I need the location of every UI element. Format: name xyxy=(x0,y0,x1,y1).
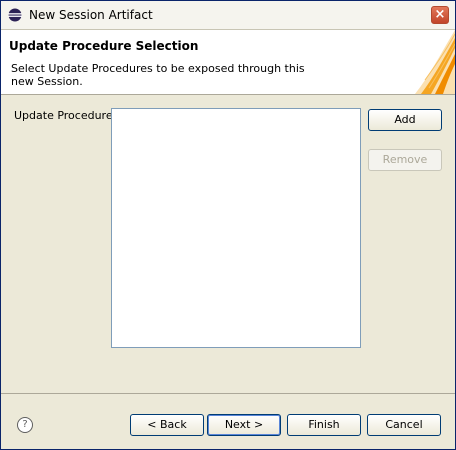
wizard-content: Update Procedures Add Remove xyxy=(5,99,453,394)
eclipse-icon xyxy=(8,8,22,22)
finish-button[interactable]: Finish xyxy=(287,414,361,436)
page-title: Update Procedure Selection xyxy=(9,39,199,53)
title-bar: New Session Artifact × xyxy=(1,1,455,30)
help-icon[interactable]: ? xyxy=(17,417,33,433)
back-button[interactable]: < Back xyxy=(130,414,204,436)
cancel-button[interactable]: Cancel xyxy=(367,414,441,436)
window-title: New Session Artifact xyxy=(29,8,153,22)
page-description: Select Update Procedures to be exposed t… xyxy=(11,62,305,88)
update-procedures-list[interactable] xyxy=(111,108,361,348)
banner-flame-graphic xyxy=(415,30,455,94)
remove-button[interactable]: Remove xyxy=(368,149,442,171)
next-button[interactable]: Next > xyxy=(207,414,281,436)
update-procedures-label: Update Procedures xyxy=(14,109,119,122)
wizard-window: New Session Artifact × Update Procedure … xyxy=(0,0,456,450)
add-button[interactable]: Add xyxy=(368,109,442,131)
close-icon[interactable]: × xyxy=(431,6,449,24)
footer-separator xyxy=(1,393,455,394)
wizard-banner: Update Procedure Selection Select Update… xyxy=(1,30,455,95)
